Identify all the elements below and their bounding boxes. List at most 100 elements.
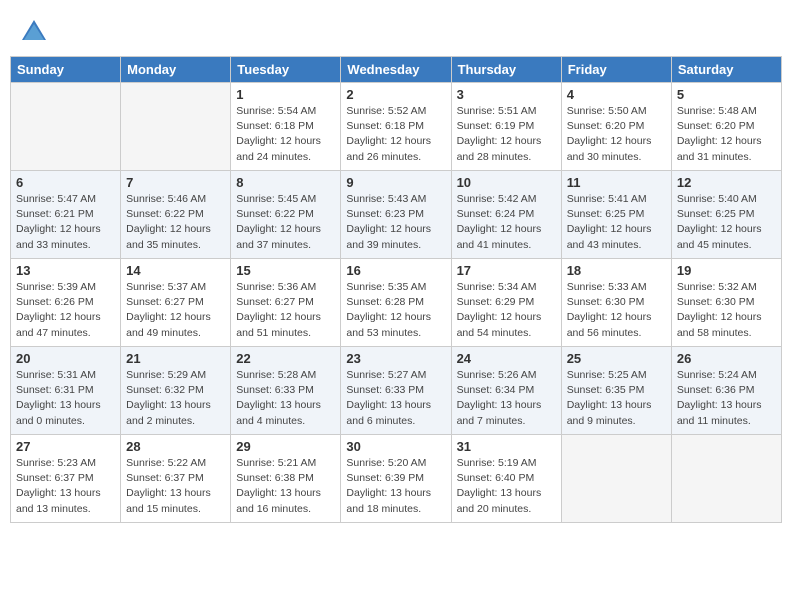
calendar-cell: 22 Sunrise: 5:28 AM Sunset: 6:33 PM Dayli… [231,347,341,435]
day-info: Sunrise: 5:31 AM Sunset: 6:31 PM Dayligh… [16,368,115,429]
weekday-header-saturday: Saturday [671,57,781,83]
calendar-cell [11,83,121,171]
page-header [10,10,782,50]
day-info: Sunrise: 5:25 AM Sunset: 6:35 PM Dayligh… [567,368,666,429]
week-row-1: 1 Sunrise: 5:54 AM Sunset: 6:18 PM Daylig… [11,83,782,171]
day-info: Sunrise: 5:35 AM Sunset: 6:28 PM Dayligh… [346,280,445,341]
day-number: 23 [346,351,445,366]
calendar-cell: 1 Sunrise: 5:54 AM Sunset: 6:18 PM Daylig… [231,83,341,171]
day-info: Sunrise: 5:36 AM Sunset: 6:27 PM Dayligh… [236,280,335,341]
week-row-4: 20 Sunrise: 5:31 AM Sunset: 6:31 PM Dayli… [11,347,782,435]
day-number: 16 [346,263,445,278]
calendar-cell: 30Sunrise: 5:20 AM Sunset: 6:39 PM Dayli… [341,435,451,523]
day-number: 31 [457,439,556,454]
calendar-cell: 20 Sunrise: 5:31 AM Sunset: 6:31 PM Dayli… [11,347,121,435]
day-number: 8 [236,175,335,190]
day-number: 6 [16,175,115,190]
day-info: Sunrise: 5:21 AM Sunset: 6:38 PM Dayligh… [236,456,335,517]
day-info: Sunrise: 5:48 AM Sunset: 6:20 PM Dayligh… [677,104,776,165]
day-number: 27 [16,439,115,454]
day-number: 17 [457,263,556,278]
day-number: 20 [16,351,115,366]
calendar-cell: 24 Sunrise: 5:26 AM Sunset: 6:34 PM Dayli… [451,347,561,435]
day-info: Sunrise: 5:34 AM Sunset: 6:29 PM Dayligh… [457,280,556,341]
day-number: 21 [126,351,225,366]
day-number: 19 [677,263,776,278]
day-number: 15 [236,263,335,278]
calendar-cell: 10 Sunrise: 5:42 AM Sunset: 6:24 PM Dayli… [451,171,561,259]
day-info: Sunrise: 5:54 AM Sunset: 6:18 PM Dayligh… [236,104,335,165]
day-info: Sunrise: 5:27 AM Sunset: 6:33 PM Dayligh… [346,368,445,429]
day-info: Sunrise: 5:28 AM Sunset: 6:33 PM Dayligh… [236,368,335,429]
calendar-cell: 31 Sunrise: 5:19 AM Sunset: 6:40 PM Dayli… [451,435,561,523]
day-number: 24 [457,351,556,366]
week-row-3: 13 Sunrise: 5:39 AM Sunset: 6:26 PM Dayli… [11,259,782,347]
day-info: Sunrise: 5:37 AM Sunset: 6:27 PM Dayligh… [126,280,225,341]
calendar-cell: 4Sunrise: 5:50 AM Sunset: 6:20 PM Daylig… [561,83,671,171]
day-number: 2 [346,87,445,102]
calendar-cell: 27 Sunrise: 5:23 AM Sunset: 6:37 PM Dayli… [11,435,121,523]
day-number: 3 [457,87,556,102]
week-row-5: 27 Sunrise: 5:23 AM Sunset: 6:37 PM Dayli… [11,435,782,523]
calendar-cell [671,435,781,523]
day-number: 5 [677,87,776,102]
calendar-cell: 15 Sunrise: 5:36 AM Sunset: 6:27 PM Dayli… [231,259,341,347]
calendar-cell: 19 Sunrise: 5:32 AM Sunset: 6:30 PM Dayli… [671,259,781,347]
logo [20,18,52,46]
day-info: Sunrise: 5:32 AM Sunset: 6:30 PM Dayligh… [677,280,776,341]
weekday-header-thursday: Thursday [451,57,561,83]
day-number: 12 [677,175,776,190]
logo-icon [20,18,48,46]
day-number: 13 [16,263,115,278]
day-info: Sunrise: 5:22 AM Sunset: 6:37 PM Dayligh… [126,456,225,517]
day-info: Sunrise: 5:40 AM Sunset: 6:25 PM Dayligh… [677,192,776,253]
calendar-cell: 6Sunrise: 5:47 AM Sunset: 6:21 PM Daylig… [11,171,121,259]
day-info: Sunrise: 5:26 AM Sunset: 6:34 PM Dayligh… [457,368,556,429]
calendar-cell: 13 Sunrise: 5:39 AM Sunset: 6:26 PM Dayli… [11,259,121,347]
calendar-cell: 28 Sunrise: 5:22 AM Sunset: 6:37 PM Dayli… [121,435,231,523]
calendar-cell: 21 Sunrise: 5:29 AM Sunset: 6:32 PM Dayli… [121,347,231,435]
calendar-cell: 3 Sunrise: 5:51 AM Sunset: 6:19 PM Daylig… [451,83,561,171]
day-info: Sunrise: 5:33 AM Sunset: 6:30 PM Dayligh… [567,280,666,341]
calendar-cell: 5 Sunrise: 5:48 AM Sunset: 6:20 PM Daylig… [671,83,781,171]
day-info: Sunrise: 5:43 AM Sunset: 6:23 PM Dayligh… [346,192,445,253]
weekday-header-monday: Monday [121,57,231,83]
day-number: 26 [677,351,776,366]
day-number: 7 [126,175,225,190]
day-number: 10 [457,175,556,190]
week-row-2: 6Sunrise: 5:47 AM Sunset: 6:21 PM Daylig… [11,171,782,259]
calendar-cell [121,83,231,171]
day-info: Sunrise: 5:45 AM Sunset: 6:22 PM Dayligh… [236,192,335,253]
day-info: Sunrise: 5:42 AM Sunset: 6:24 PM Dayligh… [457,192,556,253]
calendar-cell: 9 Sunrise: 5:43 AM Sunset: 6:23 PM Daylig… [341,171,451,259]
weekday-header-row: SundayMondayTuesdayWednesdayThursdayFrid… [11,57,782,83]
calendar-cell: 2 Sunrise: 5:52 AM Sunset: 6:18 PM Daylig… [341,83,451,171]
day-info: Sunrise: 5:19 AM Sunset: 6:40 PM Dayligh… [457,456,556,517]
calendar-cell: 26 Sunrise: 5:24 AM Sunset: 6:36 PM Dayli… [671,347,781,435]
calendar-cell: 11Sunrise: 5:41 AM Sunset: 6:25 PM Dayli… [561,171,671,259]
day-info: Sunrise: 5:51 AM Sunset: 6:19 PM Dayligh… [457,104,556,165]
calendar-cell: 23 Sunrise: 5:27 AM Sunset: 6:33 PM Dayli… [341,347,451,435]
calendar-cell: 29 Sunrise: 5:21 AM Sunset: 6:38 PM Dayli… [231,435,341,523]
day-number: 14 [126,263,225,278]
day-number: 9 [346,175,445,190]
day-number: 18 [567,263,666,278]
calendar-cell: 12 Sunrise: 5:40 AM Sunset: 6:25 PM Dayli… [671,171,781,259]
day-number: 30 [346,439,445,454]
calendar-cell: 17 Sunrise: 5:34 AM Sunset: 6:29 PM Dayli… [451,259,561,347]
day-number: 28 [126,439,225,454]
day-number: 29 [236,439,335,454]
day-number: 25 [567,351,666,366]
day-number: 1 [236,87,335,102]
calendar-table: SundayMondayTuesdayWednesdayThursdayFrid… [10,56,782,523]
calendar-cell: 14 Sunrise: 5:37 AM Sunset: 6:27 PM Dayli… [121,259,231,347]
day-number: 11 [567,175,666,190]
day-info: Sunrise: 5:29 AM Sunset: 6:32 PM Dayligh… [126,368,225,429]
day-info: Sunrise: 5:24 AM Sunset: 6:36 PM Dayligh… [677,368,776,429]
calendar-cell: 18 Sunrise: 5:33 AM Sunset: 6:30 PM Dayli… [561,259,671,347]
day-info: Sunrise: 5:39 AM Sunset: 6:26 PM Dayligh… [16,280,115,341]
weekday-header-tuesday: Tuesday [231,57,341,83]
day-number: 22 [236,351,335,366]
day-info: Sunrise: 5:52 AM Sunset: 6:18 PM Dayligh… [346,104,445,165]
day-info: Sunrise: 5:23 AM Sunset: 6:37 PM Dayligh… [16,456,115,517]
